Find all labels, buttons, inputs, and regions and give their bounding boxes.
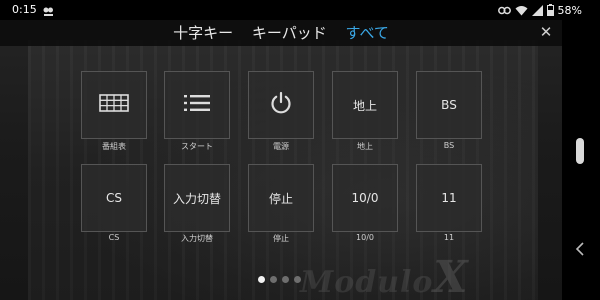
wifi-icon (515, 5, 528, 16)
ten-zero-button[interactable]: 10/0 (332, 164, 398, 232)
eleven-button-text: 11 (441, 191, 457, 205)
terrestrial-button[interactable]: 地上 (332, 71, 398, 139)
remote-panel: ModuloX 十字キー キーパッド すべて ✕ 番組表 スタート 電源 地上 … (0, 20, 562, 300)
notification-icon (42, 3, 54, 16)
bs-button-text: BS (441, 98, 457, 112)
system-nav-rail (562, 20, 600, 300)
bs-label: BS (443, 141, 455, 150)
guide-button[interactable] (81, 71, 147, 139)
ten-zero-button-text: 10/0 (351, 191, 379, 205)
background-logo: ModuloX (300, 252, 469, 300)
link-icon (497, 6, 511, 15)
power-icon (269, 91, 293, 119)
back-chevron-icon[interactable] (575, 242, 589, 260)
status-time: 0:15 (12, 3, 37, 16)
cs-label: CS (108, 233, 120, 242)
page-dot-4[interactable] (294, 276, 301, 283)
status-bar: 0:15 58% (0, 0, 600, 20)
status-icons: 58% (497, 2, 582, 18)
tab-all[interactable]: すべて (346, 22, 389, 43)
input-switch-button[interactable]: 入力切替 (164, 164, 230, 232)
cs-button[interactable]: CS (81, 164, 147, 232)
eleven-button[interactable]: 11 (416, 164, 482, 232)
page-dot-1[interactable] (258, 276, 265, 283)
tab-bar: 十字キー キーパッド すべて (0, 22, 562, 43)
input-switch-label: 入力切替 (181, 234, 213, 243)
battery-icon (546, 4, 554, 16)
page-dot-3[interactable] (282, 276, 289, 283)
tab-dpad[interactable]: 十字キー (173, 22, 233, 43)
input-switch-button-text: 入力切替 (172, 191, 221, 206)
home-handle[interactable] (576, 138, 584, 164)
power-label: 電源 (273, 142, 289, 151)
eleven-label: 11 (443, 233, 455, 242)
start-button[interactable] (164, 71, 230, 139)
signal-icon (531, 4, 543, 16)
ten-zero-label: 10/0 (356, 233, 374, 242)
cs-button-text: CS (106, 191, 122, 205)
stop-button[interactable]: 停止 (248, 164, 314, 232)
list-icon (183, 94, 211, 116)
bs-button[interactable]: BS (416, 71, 482, 139)
stop-button-text: 停止 (268, 191, 293, 206)
page-dot-2[interactable] (270, 276, 277, 283)
battery-percent: 58% (557, 3, 582, 17)
stop-label: 停止 (273, 234, 289, 243)
guide-label: 番組表 (102, 142, 126, 151)
page-indicator (258, 276, 301, 283)
terrestrial-button-text: 地上 (352, 98, 377, 113)
tab-keypad[interactable]: キーパッド (252, 22, 327, 43)
close-icon[interactable]: ✕ (538, 24, 554, 40)
power-button[interactable] (248, 71, 314, 139)
start-label: スタート (181, 142, 213, 151)
terrestrial-label: 地上 (357, 142, 373, 151)
grid-icon (99, 94, 129, 116)
